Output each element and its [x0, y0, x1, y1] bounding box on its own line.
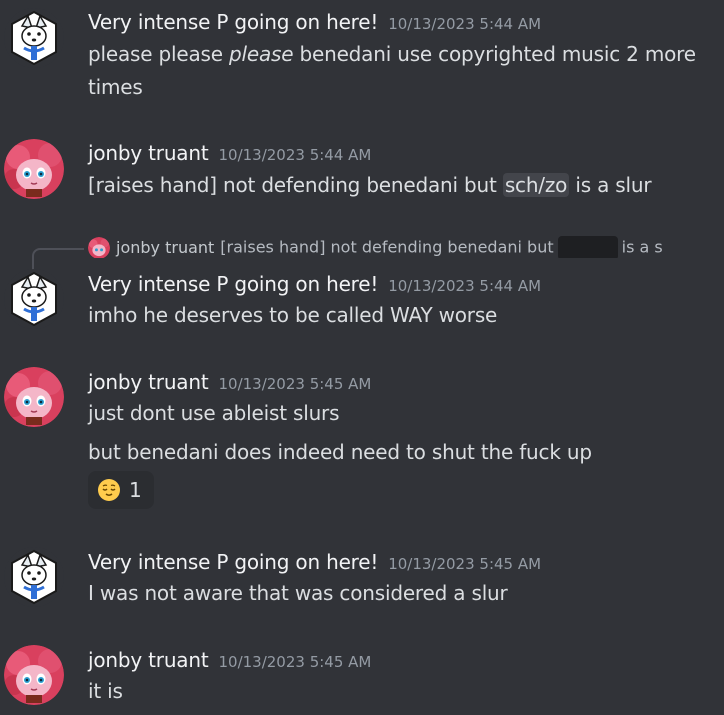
pink-pony-avatar-icon — [88, 237, 110, 258]
message-text: it is — [88, 679, 123, 703]
white-wolf-avatar-icon[interactable] — [4, 269, 64, 329]
message-text: imho he deserves to be called WAY worse — [88, 303, 498, 327]
timestamp: 10/13/2023 5:44 AM — [218, 146, 372, 164]
white-wolf-avatar-icon[interactable] — [4, 547, 64, 607]
timestamp: 10/13/2023 5:45 AM — [218, 653, 372, 671]
message-text: [raises hand] not defending benedani but… — [88, 169, 710, 202]
reply-username[interactable]: jonby truant — [116, 238, 214, 257]
message-text: but benedani does indeed need to shut th… — [88, 440, 592, 464]
timestamp: 10/13/2023 5:45 AM — [218, 375, 372, 393]
message-text: just dont use ableist slurs — [88, 401, 340, 425]
reaction-count: 1 — [129, 478, 142, 502]
message-text: please please please benedani use copyri… — [88, 38, 710, 104]
pink-pony-avatar-icon[interactable] — [4, 139, 64, 199]
username[interactable]: Very intense P going on here! — [88, 272, 378, 296]
username[interactable]: jonby truant — [88, 370, 209, 394]
pink-pony-avatar-icon[interactable] — [4, 645, 64, 705]
username[interactable]: Very intense P going on here! — [88, 550, 378, 574]
message-text-part: please please — [88, 42, 229, 66]
reply-preview[interactable]: jonby truant [raises hand] not defending … — [88, 236, 724, 258]
spoiler-hidden[interactable] — [557, 236, 618, 258]
reply-text: is a s — [621, 237, 663, 257]
timestamp: 10/13/2023 5:44 AM — [388, 15, 542, 33]
spoiler-revealed[interactable]: sch/zo — [502, 173, 570, 197]
pink-pony-avatar-icon[interactable] — [4, 367, 64, 427]
relieved-face-icon — [98, 479, 120, 501]
message-text-part: is a slur — [569, 173, 652, 197]
message-text: I was not aware that was considered a sl… — [88, 581, 508, 605]
white-wolf-avatar-icon[interactable] — [4, 8, 64, 68]
timestamp: 10/13/2023 5:44 AM — [388, 277, 542, 295]
username[interactable]: jonby truant — [88, 141, 209, 165]
message-text-part: [raises hand] not defending benedani but — [88, 173, 503, 197]
timestamp: 10/13/2023 5:45 AM — [388, 555, 542, 573]
emphasized-text: please — [229, 42, 294, 66]
username[interactable]: jonby truant — [88, 648, 209, 672]
reply-text: [raises hand] not defending benedani but — [220, 237, 554, 257]
username[interactable]: Very intense P going on here! — [88, 10, 378, 34]
reply-connector — [32, 248, 84, 270]
reaction-button[interactable]: 1 — [88, 471, 154, 509]
